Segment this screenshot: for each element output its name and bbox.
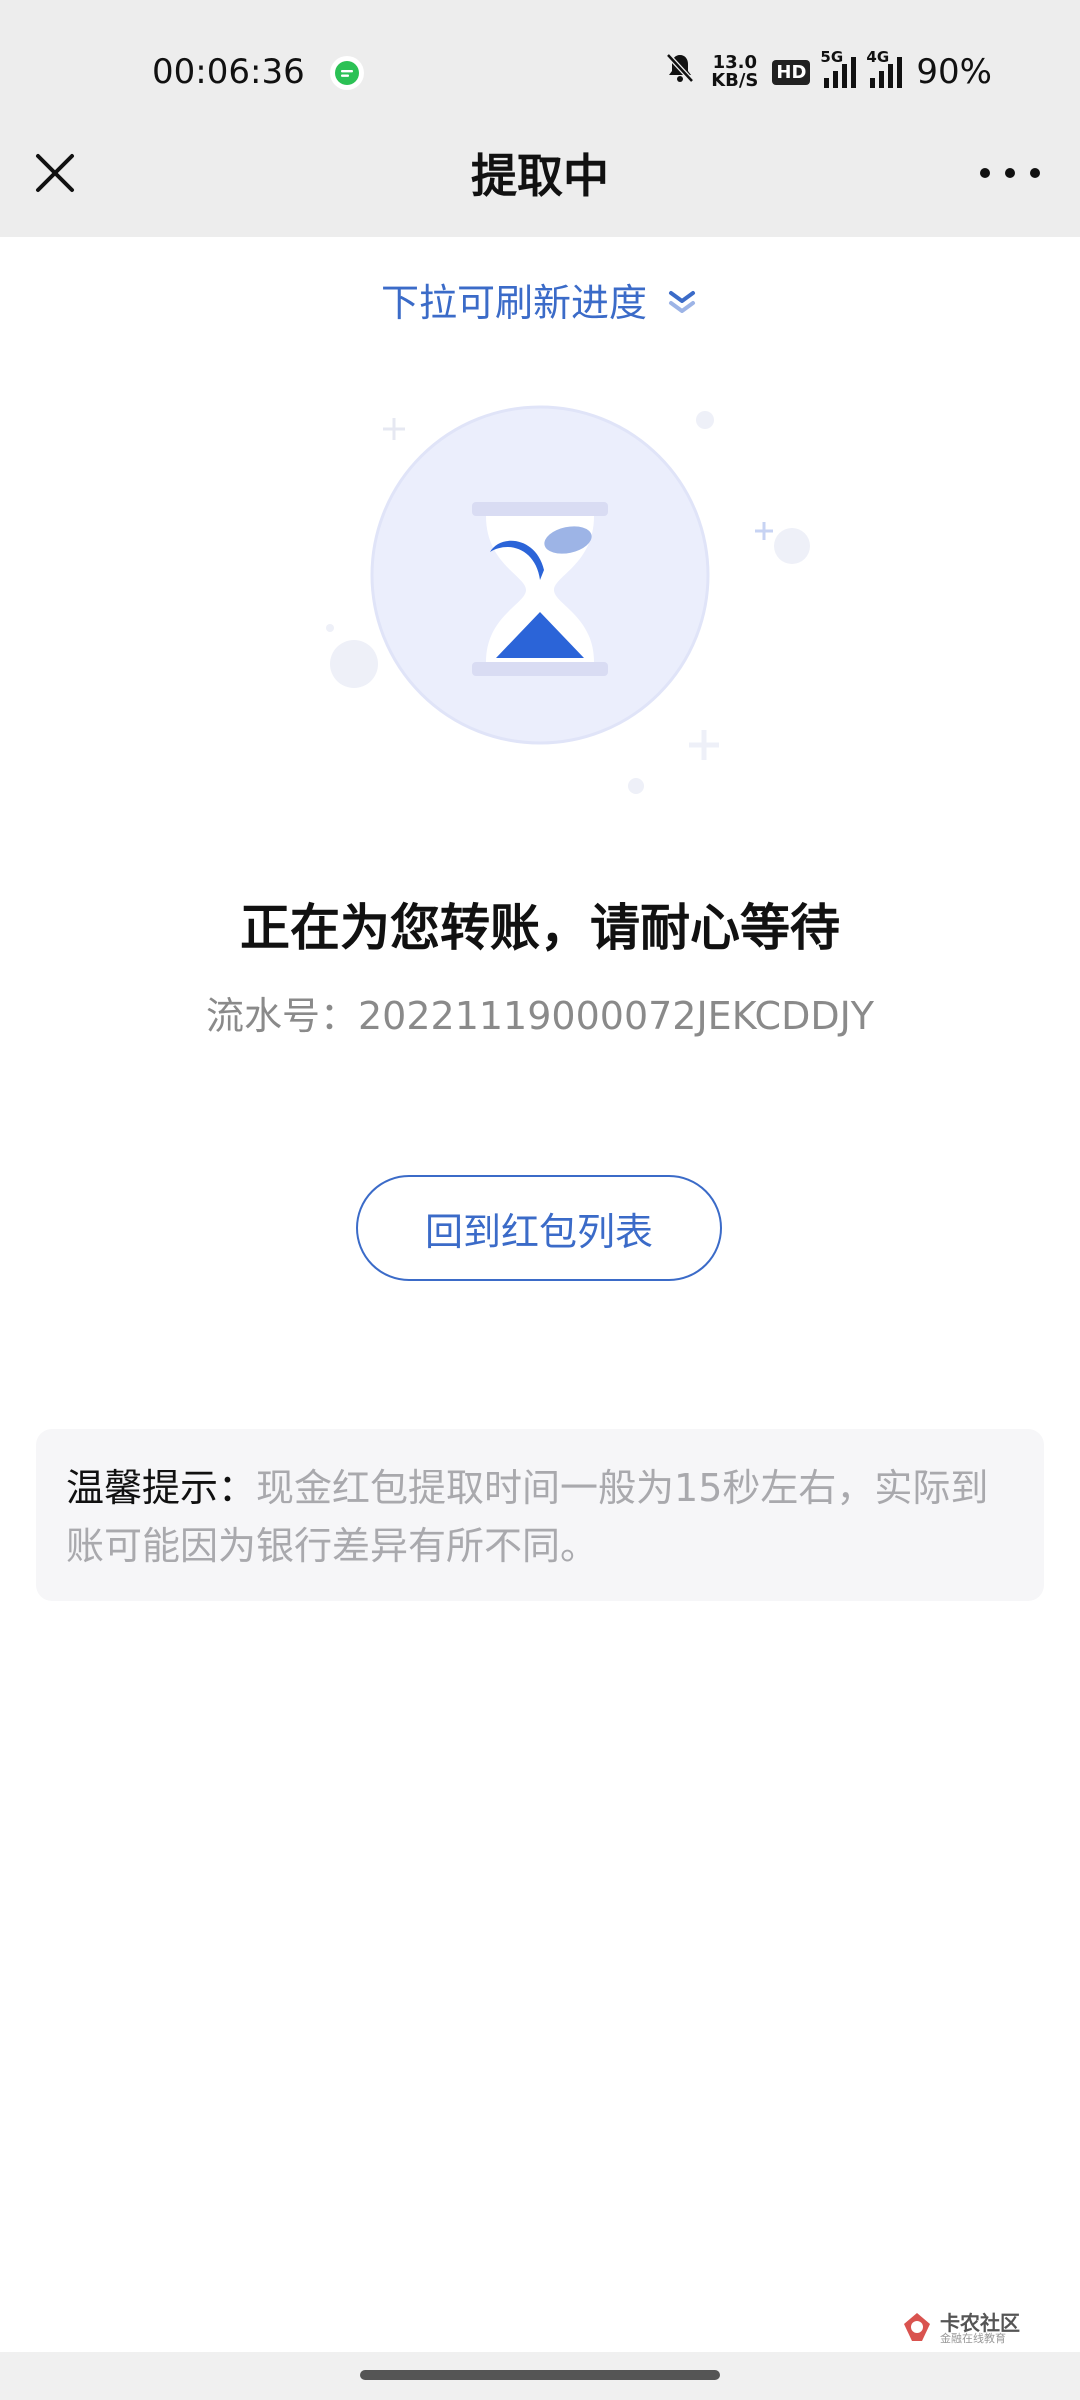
tip-label: 温馨提示： — [66, 1466, 257, 1510]
status-time: 00:06:36 — [152, 52, 305, 92]
more-dot-icon — [980, 168, 990, 178]
mute-bell-icon — [663, 51, 697, 94]
watermark: 卡农社区 金融在线教育 — [900, 2310, 1020, 2348]
watermark-logo-icon — [900, 2310, 934, 2348]
hd-voice-badge: HD — [772, 59, 811, 85]
battery-level: 90% — [916, 52, 992, 92]
serial-value: 20221119000072JEKCDDJY — [358, 994, 875, 1038]
more-options-button[interactable] — [980, 158, 1040, 188]
watermark-title: 卡农社区 — [940, 2311, 1020, 2335]
page-title: 提取中 — [471, 149, 609, 203]
pull-hint-text: 下拉可刷新进度 — [380, 281, 647, 325]
signal-5g-label: 5G — [820, 48, 844, 66]
more-dot-icon — [1030, 168, 1040, 178]
serial-number: 流水号：20221119000072JEKCDDJY — [0, 985, 1080, 1040]
top-bar: 00:06:36 13.0 KB/S HD 5G 4G 90% 提取中 — [0, 0, 1080, 237]
hourglass-illustration — [300, 380, 820, 820]
transfer-status-title: 正在为您转账，请耐心等待 — [240, 899, 840, 957]
home-indicator[interactable] — [360, 2370, 720, 2380]
serial-label: 流水号： — [205, 994, 358, 1038]
pull-to-refresh-hint[interactable]: 下拉可刷新进度 — [0, 272, 1080, 328]
signal-4g-icon: 4G — [866, 48, 903, 88]
double-chevron-down-icon — [665, 284, 699, 328]
net-speed: 13.0 KB/S — [711, 54, 758, 90]
net-speed-unit: KB/S — [711, 70, 759, 91]
back-to-red-packet-list-button[interactable]: 回到红包列表 — [356, 1175, 722, 1281]
signal-5g-icon: 5G — [820, 48, 857, 88]
more-dot-icon — [1005, 168, 1015, 178]
message-notification-icon — [330, 56, 364, 90]
status-indicators: 13.0 KB/S HD 5G 4G 90% — [663, 44, 992, 100]
tip-box: 温馨提示：现金红包提取时间一般为15秒左右，实际到账可能因为银行差异有所不同。 — [36, 1429, 1044, 1601]
signal-4g-label: 4G — [866, 48, 890, 66]
